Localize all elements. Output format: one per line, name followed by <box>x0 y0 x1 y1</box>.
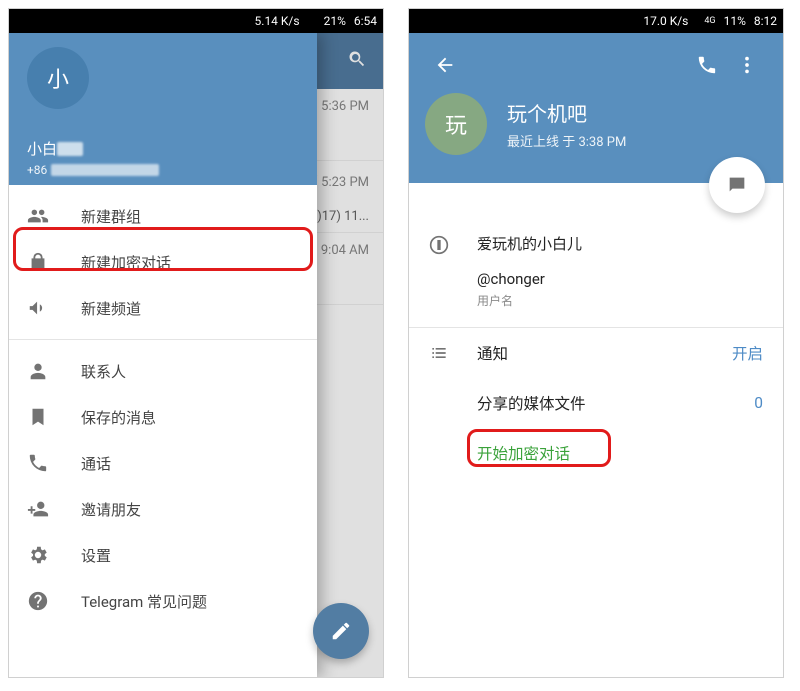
network-speed: 17.0 K/s <box>643 14 688 28</box>
contact-icon <box>27 360 49 382</box>
group-icon <box>27 205 49 227</box>
account-name: 小白 <box>27 138 83 159</box>
menu-label: Telegram 常见问题 <box>81 591 207 612</box>
person-add-icon <box>27 498 49 520</box>
menu-label: 新建频道 <box>81 298 141 319</box>
chat-icon <box>726 174 748 196</box>
account-phone: +86 <box>27 163 159 177</box>
network-speed: 5.14 K/s <box>255 14 300 28</box>
menu-new-channel[interactable]: 新建频道 <box>9 285 317 331</box>
menu-contacts[interactable]: 联系人 <box>9 348 317 394</box>
profile-username[interactable]: @chonger <box>477 270 582 288</box>
call-button[interactable] <box>687 45 727 85</box>
profile-body: 爱玩机的小白儿 @chonger 用户名 通知 开启 分享的媒体文件 0 开始加… <box>409 183 783 478</box>
compose-fab[interactable] <box>313 603 369 659</box>
phone-right: 17.0 K/s 4G 11% 8:12 玩 玩个机吧 <box>408 8 784 678</box>
info-section: 爱玩机的小白儿 @chonger 用户名 <box>409 223 783 327</box>
row-label: 分享的媒体文件 <box>477 392 728 414</box>
navigation-drawer: 小 小白 +86 新建群组 新建加密对话 新建频道 <box>9 33 317 677</box>
message-fab[interactable] <box>709 157 765 213</box>
menu-new-group[interactable]: 新建群组 <box>9 193 317 239</box>
profile-username-caption: 用户名 <box>477 292 582 309</box>
menu-calls[interactable]: 通话 <box>9 440 317 486</box>
menu-label: 新建群组 <box>81 206 141 227</box>
more-vert-icon <box>736 54 758 76</box>
menu-saved-messages[interactable]: 保存的消息 <box>9 394 317 440</box>
bookmark-icon <box>27 406 49 428</box>
network-type: 4G <box>704 16 715 26</box>
drawer-header[interactable]: 小 小白 +86 <box>9 33 317 185</box>
status-bar: 17.0 K/s 4G 11% 8:12 <box>409 9 783 33</box>
battery-percent: 11% <box>724 14 746 28</box>
notifications-row[interactable]: 通知 开启 <box>409 328 783 378</box>
menu-label: 新建加密对话 <box>81 252 171 273</box>
arrow-left-icon <box>434 54 456 76</box>
status-bar: 5.14 K/s 21% 6:54 <box>9 9 383 33</box>
menu-label: 邀请朋友 <box>81 499 141 520</box>
menu-faq[interactable]: Telegram 常见问题 <box>9 578 317 624</box>
menu-invite[interactable]: 邀请朋友 <box>9 486 317 532</box>
back-button[interactable] <box>425 45 465 85</box>
help-icon <box>27 590 49 612</box>
info-icon <box>429 233 451 309</box>
gear-icon <box>27 544 49 566</box>
shared-media-row[interactable]: 分享的媒体文件 0 <box>409 378 783 428</box>
menu-label: 保存的消息 <box>81 407 156 428</box>
avatar[interactable]: 玩 <box>425 93 487 155</box>
phone-icon <box>696 54 718 76</box>
menu-label: 联系人 <box>81 361 126 382</box>
profile-bio: 爱玩机的小白儿 <box>477 233 582 254</box>
start-secret-chat-row[interactable]: 开始加密对话 <box>409 428 783 478</box>
drawer-menu: 新建群组 新建加密对话 新建频道 联系人 保存的消息 <box>9 185 317 624</box>
profile-title: 玩个机吧 <box>507 98 626 127</box>
more-button[interactable] <box>727 45 767 85</box>
row-value: 开启 <box>732 342 763 364</box>
menu-divider <box>9 339 317 340</box>
battery-percent: 21% <box>324 14 346 28</box>
menu-label: 设置 <box>81 545 111 566</box>
profile-last-seen: 最近上线 于 3:38 PM <box>507 131 626 150</box>
row-value: 0 <box>754 394 763 412</box>
list-icon <box>429 343 451 363</box>
pencil-icon <box>330 620 352 642</box>
phone-icon <box>27 452 49 474</box>
lock-icon <box>27 251 49 273</box>
clock: 8:12 <box>754 14 777 28</box>
row-label: 开始加密对话 <box>477 442 763 464</box>
row-label: 通知 <box>477 342 706 364</box>
phone-left: 5.14 K/s 21% 6:54 5:36 PM ✓5:23 PM )17) … <box>8 8 384 678</box>
avatar: 小 <box>27 47 89 109</box>
menu-settings[interactable]: 设置 <box>9 532 317 578</box>
megaphone-icon <box>27 297 49 319</box>
clock: 6:54 <box>354 14 377 28</box>
menu-label: 通话 <box>81 453 111 474</box>
menu-new-secret-chat[interactable]: 新建加密对话 <box>9 239 317 285</box>
